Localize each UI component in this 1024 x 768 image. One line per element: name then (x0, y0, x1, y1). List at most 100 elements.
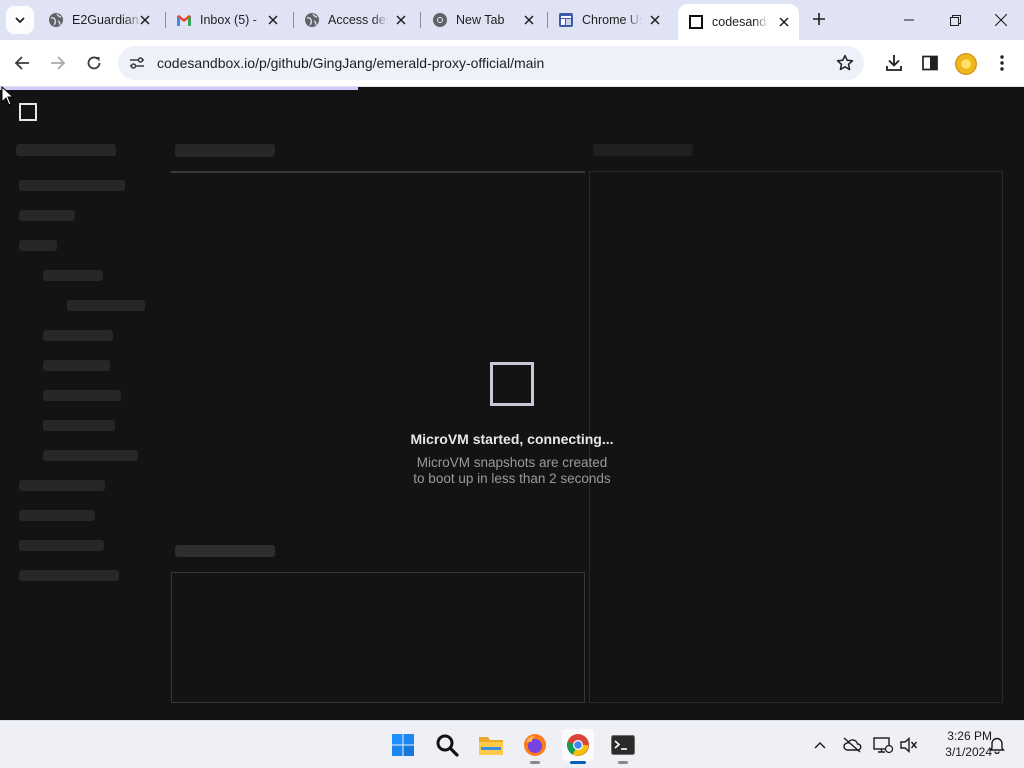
skeleton-terminal-tab (175, 545, 275, 557)
close-tab-icon[interactable] (394, 13, 408, 27)
close-tab-icon[interactable] (522, 13, 536, 27)
tab-title: Access denied (328, 13, 388, 27)
speaker-muted-icon (900, 737, 918, 753)
menu-button[interactable] (991, 52, 1013, 74)
tab-chrome-us[interactable]: Chrome Us (548, 6, 670, 34)
minimize-icon (904, 19, 914, 21)
site-settings-icon[interactable] (128, 54, 146, 72)
codesandbox-icon (688, 14, 704, 30)
tab-inbox[interactable]: Inbox (5) - (166, 6, 288, 34)
status-subtitle: MicroVM snapshots are created to boot up… (0, 455, 1024, 487)
more-vert-icon (1000, 55, 1004, 71)
tab-title: Chrome Us (582, 13, 642, 27)
skeleton-file-item (19, 240, 57, 251)
clock-time: 3:26 PM (947, 729, 992, 743)
close-tab-icon[interactable] (648, 13, 662, 27)
tab-title: New Tab (456, 13, 505, 27)
skeleton-file-item (43, 270, 103, 281)
skeleton-file-item (43, 420, 115, 431)
firefox-icon (524, 734, 546, 756)
globe-icon (304, 12, 320, 28)
chrome-taskbar-button[interactable] (562, 729, 594, 764)
tab-separator (420, 12, 421, 28)
downloads-button[interactable] (883, 52, 905, 74)
tab-title: codesandbox (712, 15, 768, 29)
running-indicator (570, 761, 586, 764)
new-tab-button[interactable] (808, 8, 830, 30)
start-button[interactable] (387, 729, 419, 761)
plus-icon (813, 13, 825, 25)
arrow-left-icon (14, 56, 29, 70)
firefox-button[interactable] (519, 729, 551, 764)
skeleton-file-item (19, 210, 75, 221)
close-tab-icon[interactable] (266, 13, 280, 27)
restore-button[interactable] (932, 0, 978, 40)
tab-search-button[interactable] (6, 6, 34, 34)
close-tab-icon[interactable] (777, 15, 791, 29)
back-button[interactable] (8, 49, 36, 77)
editor-panel-divider (171, 171, 585, 173)
close-window-button[interactable] (978, 0, 1024, 40)
terminal-panel (171, 572, 585, 703)
loading-progress-bar (0, 87, 358, 90)
loading-spinner-icon (490, 362, 534, 406)
skeleton-editor-tab (175, 144, 275, 157)
globe-icon (48, 12, 64, 28)
side-panel-button[interactable] (919, 52, 941, 74)
codesandbox-logo-icon[interactable] (19, 103, 37, 121)
forward-button[interactable] (44, 49, 72, 77)
tab-title: Inbox (5) - (200, 13, 257, 27)
chevron-up-icon (814, 742, 826, 749)
tab-title: E2Guardian (72, 13, 139, 27)
network-tray-button[interactable] (872, 734, 894, 756)
volume-tray-button[interactable] (898, 734, 920, 756)
cloud-offline-icon (843, 737, 862, 753)
address-bar[interactable]: codesandbox.io/p/github/GingJang/emerald… (118, 46, 864, 80)
app-icon (558, 12, 574, 28)
terminal-button[interactable] (607, 729, 639, 764)
tab-new-tab[interactable]: New Tab (422, 6, 544, 34)
close-tab-icon[interactable] (138, 13, 152, 27)
monitor-network-icon (873, 737, 893, 754)
skeleton-file-item (19, 570, 119, 581)
skeleton-file-item (43, 390, 121, 401)
gmail-icon (176, 12, 192, 28)
tab-e2guardian[interactable]: E2Guardian (38, 6, 160, 34)
restore-icon (949, 14, 961, 26)
tab-codesandbox[interactable]: codesandbox (678, 4, 799, 40)
search-icon (436, 734, 459, 757)
reload-icon (87, 56, 101, 70)
skeleton-file-item (43, 330, 113, 341)
taskbar-clock[interactable]: 3:26 PM 3/1/2024 (922, 728, 992, 760)
show-hidden-icons-button[interactable] (809, 734, 831, 756)
bookmark-star-icon[interactable] (836, 54, 854, 72)
folder-icon (479, 737, 503, 755)
status-subtitle-line: MicroVM snapshots are created (416, 455, 608, 470)
file-explorer-button[interactable] (475, 729, 507, 761)
download-icon (886, 55, 902, 71)
skeleton-file-item (19, 180, 125, 191)
chrome-icon (432, 12, 448, 28)
status-subtitle-line: to boot up in less than 2 seconds (413, 471, 611, 486)
skeleton-file-item (67, 300, 145, 311)
status-title: MicroVM started, connecting... (410, 431, 614, 447)
skeleton-file-item (19, 510, 95, 521)
chevron-down-icon (15, 17, 25, 24)
arrow-right-icon (51, 56, 66, 70)
reload-button[interactable] (80, 49, 108, 77)
minimize-button[interactable] (886, 0, 932, 40)
codesandbox-page: MicroVM started, connecting... MicroVM s… (0, 87, 1024, 720)
taskbar-search-button[interactable] (431, 729, 463, 761)
browser-toolbar: codesandbox.io/p/github/GingJang/emerald… (0, 40, 1024, 87)
skeleton-file-item (19, 540, 104, 551)
notifications-button[interactable] (986, 734, 1008, 756)
running-indicator (530, 761, 540, 764)
tab-access-denied[interactable]: Access denied (294, 6, 416, 34)
chrome-icon (567, 734, 589, 756)
skeleton-sidebar-header (16, 144, 116, 156)
side-panel-icon (922, 55, 938, 71)
skeleton-file-item (43, 360, 110, 371)
profile-avatar[interactable] (955, 53, 977, 75)
mouse-cursor-icon (1, 86, 15, 106)
onedrive-tray-button[interactable] (841, 734, 863, 756)
